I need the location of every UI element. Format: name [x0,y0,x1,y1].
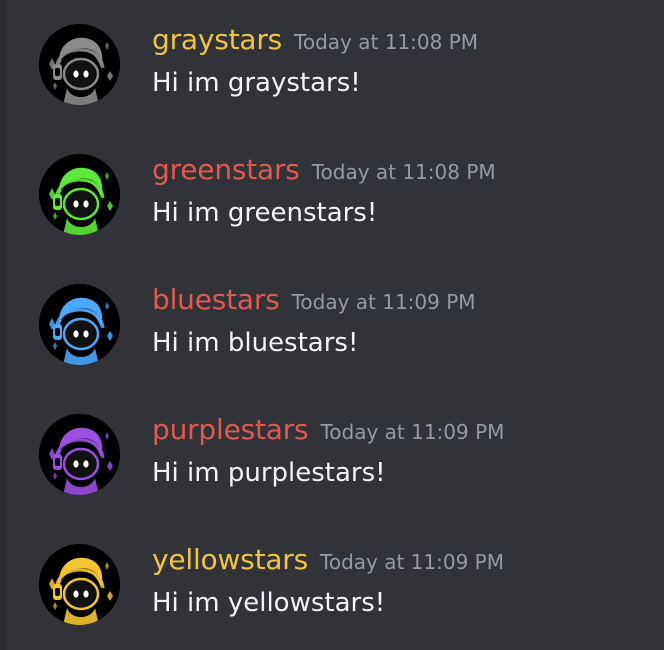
username[interactable]: yellowstars [152,543,308,576]
avatar[interactable] [39,544,120,625]
message-content: Hi im greenstars! [152,198,378,228]
message-content: Hi im purplestars! [152,458,386,488]
username[interactable]: graystars [152,23,282,56]
avatar[interactable] [39,284,120,365]
character-icon [39,414,120,495]
message-item: purplestars Today at 11:09 PM Hi im purpl… [0,390,664,500]
message-header: purplestars Today at 11:09 PM [152,416,504,444]
character-icon [39,154,120,235]
character-icon [39,544,120,625]
message-item: graystars Today at 11:08 PM Hi im graysta… [0,0,664,110]
username[interactable]: bluestars [152,283,280,316]
timestamp[interactable]: Today at 11:09 PM [320,550,504,574]
message-item: yellowstars Today at 11:09 PM Hi im yello… [0,520,664,630]
timestamp[interactable]: Today at 11:09 PM [292,290,476,314]
timestamp[interactable]: Today at 11:09 PM [320,420,504,444]
message-item: greenstars Today at 11:08 PM Hi im greens… [0,130,664,240]
timestamp[interactable]: Today at 11:08 PM [294,30,478,54]
message-content: Hi im graystars! [152,68,361,98]
username[interactable]: purplestars [152,413,309,446]
avatar[interactable] [39,154,120,235]
avatar[interactable] [39,414,120,495]
avatar[interactable] [39,24,120,105]
message-header: graystars Today at 11:08 PM [152,26,478,54]
message-feed: graystars Today at 11:08 PM Hi im graysta… [0,0,664,650]
username[interactable]: greenstars [152,153,300,186]
message-content: Hi im yellowstars! [152,588,386,618]
character-icon [39,284,120,365]
message-item: bluestars Today at 11:09 PM Hi im bluesta… [0,260,664,370]
character-icon [39,24,120,105]
message-header: bluestars Today at 11:09 PM [152,286,476,314]
message-content: Hi im bluestars! [152,328,359,358]
message-header: greenstars Today at 11:08 PM [152,156,496,184]
timestamp[interactable]: Today at 11:08 PM [312,160,496,184]
message-header: yellowstars Today at 11:09 PM [152,546,504,574]
